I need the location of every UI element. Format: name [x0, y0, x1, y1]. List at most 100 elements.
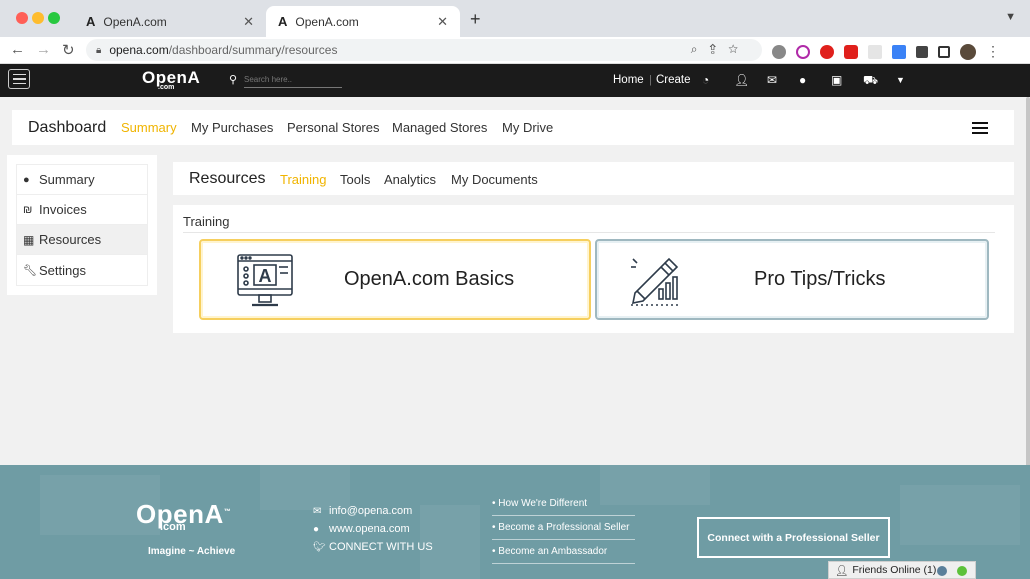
menu-toggle-icon[interactable] — [8, 69, 30, 89]
caret-down-icon[interactable]: ▼ — [896, 75, 905, 85]
extension-window-icon[interactable] — [892, 44, 906, 59]
browser-tab[interactable]: A OpenA.com ✕ — [74, 6, 266, 37]
contact-text: info@opena.com — [329, 505, 413, 517]
extensions-area: ⋮ — [772, 43, 1000, 60]
envelope-icon[interactable]: ✉ — [767, 73, 777, 87]
footer-contact-website[interactable]: ● www.opena.com — [313, 523, 410, 535]
globe-icon[interactable]: ● — [799, 73, 806, 87]
globe-icon: ● — [23, 173, 30, 186]
sidebar-item-label: Settings — [39, 262, 86, 278]
extensions-puzzle-icon[interactable] — [916, 45, 928, 58]
footer-tagline: Imagine ~ Achieve — [148, 546, 236, 557]
resources-panel: Training A OpenA.com Basics Pro Tips/Tri… — [173, 205, 1014, 333]
adblock-icon[interactable] — [844, 44, 858, 59]
footer-pattern — [900, 485, 1020, 545]
share-icon[interactable]: ⇪ — [709, 42, 728, 56]
search-input[interactable] — [244, 71, 342, 88]
tab-managed-stores[interactable]: Managed Stores — [392, 120, 487, 135]
address-bar-row: ← → ↻ 🔒︎ opena.com /dashboard/summary/re… — [0, 37, 1030, 64]
tab-tools[interactable]: Tools — [340, 172, 370, 187]
tab-analytics[interactable]: Analytics — [384, 172, 436, 187]
svg-text:A: A — [259, 266, 272, 286]
url-field[interactable]: 🔒︎ opena.com /dashboard/summary/resource… — [86, 39, 762, 61]
close-tab-icon[interactable]: ✕ — [243, 14, 254, 30]
back-arrow-icon[interactable]: ← — [10, 41, 25, 58]
footer-contact-email[interactable]: ✉ info@opena.com — [313, 505, 412, 517]
globe-icon: ● — [313, 523, 320, 535]
footer-link[interactable]: • Become a Professional Seller — [492, 522, 635, 540]
tab-my-documents[interactable]: My Documents — [451, 172, 538, 187]
forward-arrow-icon[interactable]: → — [36, 41, 51, 58]
maximize-window-button[interactable] — [48, 12, 60, 24]
training-card-pro-tips[interactable]: Pro Tips/Tricks — [595, 239, 989, 320]
mail-icon: ✉ — [313, 505, 322, 517]
status-dot-online[interactable] — [957, 566, 967, 576]
connect-seller-button[interactable]: Connect with a Professional Seller — [697, 517, 890, 558]
resources-title: Resources — [189, 170, 266, 187]
profile-avatar[interactable] — [960, 43, 976, 60]
site-favicon-icon: A — [278, 14, 288, 29]
contact-text: CONNECT WITH US — [329, 541, 433, 553]
tab-my-drive[interactable]: My Drive — [502, 120, 553, 135]
extension-block-icon[interactable] — [796, 44, 810, 59]
page-title: Dashboard — [28, 119, 107, 136]
page-scrollbar[interactable] — [1026, 97, 1030, 492]
nav-link-home[interactable]: Home — [613, 74, 644, 86]
close-window-button[interactable] — [16, 12, 28, 24]
shekel-icon: ₪ — [23, 203, 33, 216]
twitter-icon: 🐦︎ — [313, 541, 326, 553]
footer-link[interactable]: • How We're Different — [492, 498, 635, 516]
tab-training[interactable]: Training — [280, 172, 326, 187]
friends-online-bar[interactable]: 👤︎ Friends Online (1) — [828, 561, 976, 579]
training-card-basics[interactable]: A OpenA.com Basics — [199, 239, 591, 320]
footer-logo-tm: ™ — [223, 508, 232, 516]
site-logo-sub: .com — [158, 84, 175, 91]
omnibox-actions: ⌕⇪☆ — [691, 42, 750, 57]
side-panel-icon[interactable] — [938, 45, 950, 58]
browser-tab-active[interactable]: A OpenA.com ✕ — [266, 6, 460, 37]
tab-personal-stores[interactable]: Personal Stores — [287, 120, 380, 135]
reload-icon[interactable]: ↻ — [62, 41, 75, 59]
section-divider — [183, 232, 995, 233]
resources-nav: Resources Training Tools Analytics My Do… — [173, 162, 1014, 195]
footer-contact-social[interactable]: 🐦︎ CONNECT WITH US — [313, 541, 433, 553]
contact-text: www.opena.com — [329, 523, 410, 535]
sidebar-item-invoices[interactable]: ₪ Invoices — [17, 195, 147, 225]
browser-tab-bar: A OpenA.com ✕ A OpenA.com ✕ + ▼ — [0, 0, 1030, 37]
grid-icon: ▦ — [23, 232, 35, 247]
sidebar-item-settings[interactable]: 🔧︎ Settings — [17, 255, 147, 285]
nav-link-create[interactable]: Create — [656, 74, 691, 86]
tab-title: OpenA.com — [103, 14, 167, 29]
minimize-window-button[interactable] — [32, 12, 44, 24]
sidebar-item-resources[interactable]: ▦ Resources — [17, 225, 147, 255]
bookmark-star-icon[interactable]: ☆ — [728, 42, 750, 56]
sidebar-item-label: Resources — [39, 232, 102, 247]
extension-globe-icon[interactable] — [772, 44, 786, 59]
zoom-icon[interactable]: ⌕ — [691, 42, 710, 56]
footer-logo-sub: .com — [160, 521, 186, 533]
sidebar-item-summary[interactable]: ● Summary — [17, 165, 147, 195]
status-dot-away[interactable] — [937, 566, 947, 576]
monitor-icon: A — [237, 254, 293, 307]
pencil-chart-icon — [631, 257, 679, 306]
speedometer-icon[interactable]: ◔ — [702, 73, 709, 87]
add-user-icon[interactable]: 👤︎ — [734, 73, 749, 87]
site-header: OpenA .com ⚲ Home | Create ◔ 👤︎ ✉ ● ▣ ⛟ … — [0, 64, 1030, 97]
search-icon[interactable]: ⚲ — [229, 73, 237, 86]
sidebar-item-label: Summary — [39, 172, 95, 187]
new-tab-button[interactable]: + — [470, 9, 481, 30]
dashboard-menu-icon[interactable] — [972, 122, 988, 134]
footer-link[interactable]: • Become an Ambassador — [492, 546, 635, 564]
chevron-down-icon[interactable]: ▼ — [1005, 11, 1016, 23]
sidebar-list: ● Summary ₪ Invoices ▦ Resources 🔧︎ Sett… — [16, 164, 148, 286]
gift-icon[interactable]: ▣ — [831, 73, 842, 87]
tab-summary[interactable]: Summary — [121, 120, 177, 135]
tab-title: OpenA.com — [295, 14, 359, 29]
site-favicon-icon: A — [86, 14, 96, 29]
extension-opera-icon[interactable] — [820, 44, 834, 59]
cart-icon[interactable]: ⛟ — [863, 73, 878, 89]
extension-blank-icon[interactable] — [868, 44, 882, 59]
browser-menu-icon[interactable]: ⋮ — [986, 43, 1000, 60]
close-tab-icon[interactable]: ✕ — [437, 14, 448, 30]
tab-my-purchases[interactable]: My Purchases — [191, 120, 273, 135]
